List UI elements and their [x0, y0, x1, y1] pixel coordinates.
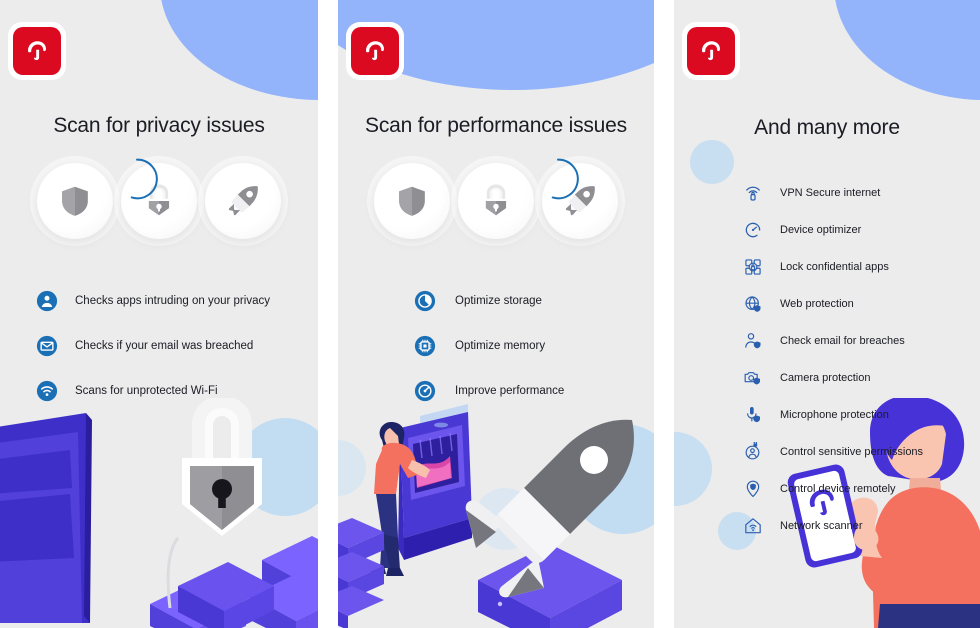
decorative-dot [674, 432, 712, 506]
feature-label: Camera protection [780, 372, 871, 384]
status-circle-group [0, 158, 318, 239]
feature-item: Checks apps intruding on your privacy [34, 288, 270, 314]
avira-logo [346, 22, 404, 80]
feature-label: VPN Secure internet [780, 187, 881, 199]
location-shield-icon [740, 476, 766, 502]
panel-performance: Scan for performance issues Optimize sto… [338, 0, 654, 628]
user-privacy-icon [34, 288, 60, 314]
avira-umbrella-logo-icon [702, 41, 720, 61]
decorative-dot [236, 418, 318, 516]
camera-shield-icon [740, 365, 766, 391]
feature-label: Scans for unprotected Wi-Fi [75, 385, 218, 397]
feature-list-privacy: Checks apps intruding on your privacy Ch… [34, 288, 270, 423]
page-title: Scan for performance issues [365, 114, 627, 137]
feature-list-more: VPN Secure internet Device optimizer Loc… [740, 180, 923, 550]
feature-label: Checks if your email was breached [75, 340, 254, 352]
panel-gutter [654, 0, 674, 628]
status-circle-rocket [205, 163, 281, 239]
feature-label: Checks apps intruding on your privacy [75, 295, 270, 307]
device-optimizer-icon [740, 217, 766, 243]
panel-gutter [318, 0, 338, 628]
shield-icon [59, 183, 91, 219]
feature-label: Network scanner [780, 520, 863, 532]
top-decorative-arc [834, 0, 980, 100]
page-title: And many more [754, 116, 900, 139]
home-network-icon [740, 513, 766, 539]
avira-umbrella-logo-icon [366, 41, 384, 61]
avira-umbrella-logo-icon [28, 41, 46, 61]
feature-label: Check email for breaches [780, 335, 905, 347]
feature-item: Optimize storage [412, 288, 564, 314]
avira-logo-tile [13, 27, 61, 75]
feature-label: Web protection [780, 298, 854, 310]
feature-item: VPN Secure internet [740, 180, 923, 206]
globe-shield-icon [740, 291, 766, 317]
decorative-dot [74, 534, 91, 551]
feature-item: Improve performance [412, 378, 564, 404]
status-circle-shield [374, 163, 450, 239]
panel-privacy: Scan for privacy issues Checks apps intr… [0, 0, 318, 628]
avira-logo [8, 22, 66, 80]
speedometer-icon [412, 378, 438, 404]
feature-item: Web protection [740, 291, 923, 317]
storage-icon [412, 288, 438, 314]
decorative-dot [474, 488, 536, 550]
app-store-screenshot-gallery: Scan for privacy issues Checks apps intr… [0, 0, 980, 628]
feature-item: Checks if your email was breached [34, 333, 270, 359]
illustration-padlock-server [0, 398, 318, 628]
feature-label: Microphone protection [780, 409, 889, 421]
avira-logo-tile [687, 27, 735, 75]
feature-label: Optimize storage [455, 295, 542, 307]
feature-label: Device optimizer [780, 224, 862, 236]
decorative-dot [338, 440, 366, 496]
feature-item: Check email for breaches [740, 328, 923, 354]
rocket-icon [565, 186, 595, 216]
feature-label: Optimize memory [455, 340, 546, 352]
feature-item: Device optimizer [740, 217, 923, 243]
decorative-dot [690, 140, 734, 184]
page-title: Scan for privacy issues [53, 114, 265, 137]
feature-label: Control sensitive permissions [780, 446, 924, 458]
status-circle-group [338, 158, 654, 239]
envelope-icon [34, 333, 60, 359]
feature-item: Camera protection [740, 365, 923, 391]
status-circle-lock [121, 158, 197, 239]
shield-icon [396, 183, 428, 219]
illustration-terminal-and-rocket [338, 398, 654, 628]
lock-icon [483, 184, 509, 218]
feature-item: Control device remotely [740, 476, 923, 502]
status-circle-shield [37, 163, 113, 239]
feature-list-performance: Optimize storage Optimize memory Improve… [412, 288, 564, 423]
feature-item: Network scanner [740, 513, 923, 539]
feature-item: Control sensitive permissions [740, 439, 923, 465]
status-circle-lock [458, 163, 534, 239]
wifi-icon [34, 378, 60, 404]
avira-logo [682, 22, 740, 80]
app-lock-icon [740, 254, 766, 280]
feature-item: Optimize memory [412, 333, 564, 359]
microphone-shield-icon [740, 402, 766, 428]
top-decorative-arc [160, 0, 318, 100]
panel-more-features: And many more VPN Secure internet Device… [674, 0, 980, 628]
lock-icon [146, 184, 172, 218]
feature-item: Microphone protection [740, 402, 923, 428]
rocket-icon [228, 186, 258, 216]
user-shield-icon [740, 328, 766, 354]
feature-label: Lock confidential apps [780, 261, 889, 273]
permissions-icon [740, 439, 766, 465]
vpn-icon [740, 180, 766, 206]
feature-label: Improve performance [455, 385, 565, 397]
avira-logo-tile [351, 27, 399, 75]
feature-label: Control device remotely [780, 483, 896, 495]
feature-item: Scans for unprotected Wi-Fi [34, 378, 270, 404]
status-circle-rocket [542, 158, 618, 239]
decorative-dot [568, 424, 654, 534]
feature-item: Lock confidential apps [740, 254, 923, 280]
memory-chip-icon [412, 333, 438, 359]
